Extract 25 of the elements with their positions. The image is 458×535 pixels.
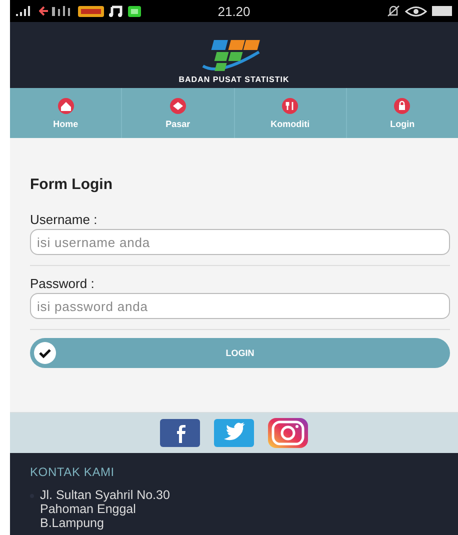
login-button[interactable]: LOGIN bbox=[30, 338, 450, 368]
facebook-icon[interactable] bbox=[160, 419, 200, 447]
battery-icon bbox=[432, 6, 452, 16]
bird-icon[interactable] bbox=[214, 419, 254, 447]
footer-heading: KONTAK KAMI bbox=[30, 465, 116, 479]
input-field[interactable]: isi password anda bbox=[30, 293, 450, 319]
muted-bell-icon bbox=[387, 5, 400, 17]
field-label: Password : bbox=[30, 276, 96, 291]
message-icon bbox=[128, 6, 141, 16]
check-icon bbox=[34, 342, 56, 364]
status-time: 21.20 bbox=[218, 4, 250, 18]
nav-tab[interactable]: Login bbox=[346, 88, 458, 138]
carrier-logo-icon bbox=[78, 6, 104, 16]
contact-address: Jl. Sultan Syahril No.30 Pahoman Enggal B.Lampung bbox=[40, 488, 170, 530]
home-icon bbox=[58, 98, 74, 114]
organization-name: BADAN PUSAT STATISTIK bbox=[178, 75, 290, 84]
utensils-icon bbox=[282, 98, 298, 114]
network-icon bbox=[39, 5, 73, 17]
eye-icon bbox=[405, 6, 428, 16]
input-field[interactable]: isi username anda bbox=[30, 229, 450, 255]
music-note-icon bbox=[109, 5, 123, 17]
field-label: Username : bbox=[30, 212, 98, 227]
instagram-icon[interactable] bbox=[268, 418, 308, 448]
form-title: Form Login bbox=[30, 176, 114, 193]
lock-icon bbox=[394, 98, 410, 114]
